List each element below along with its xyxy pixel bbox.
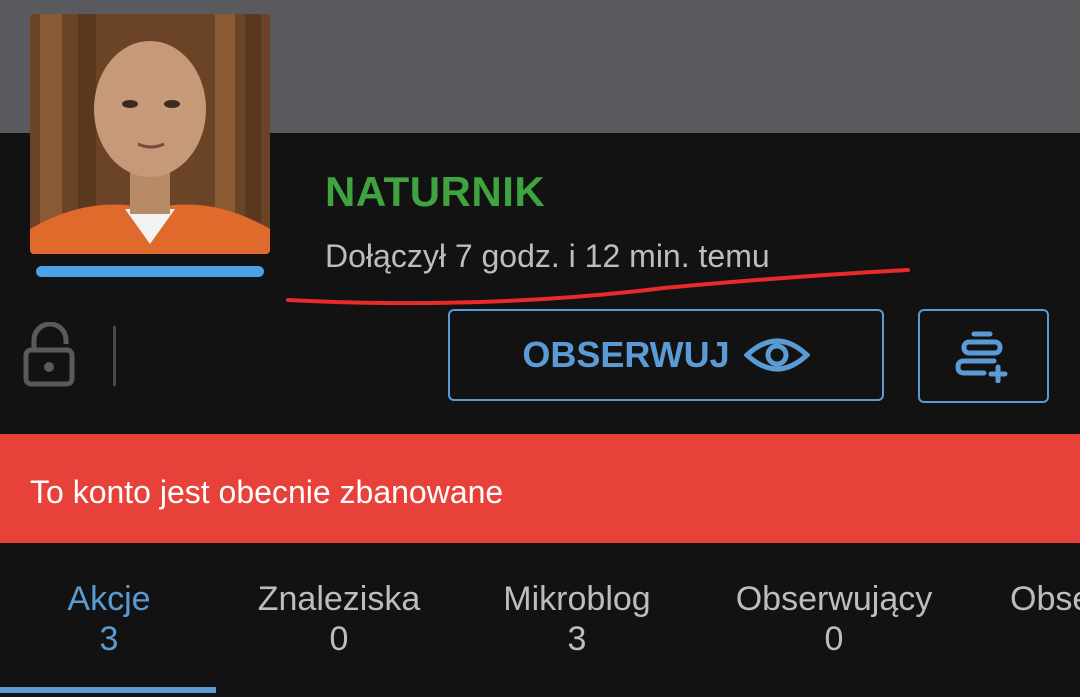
tab-count: 3 (567, 620, 587, 658)
rank-bar (36, 266, 264, 277)
lock-icon[interactable] (22, 322, 78, 388)
tab-akcje[interactable]: Akcje 3 (50, 579, 168, 659)
add-to-list-button[interactable] (918, 309, 1049, 403)
tab-label: Akcje (67, 580, 151, 618)
tab-count: 0 (824, 620, 844, 658)
tab-obserwowani[interactable]: Obse (1010, 579, 1080, 619)
observe-label: OBSERWUJ (522, 334, 730, 375)
avatar[interactable] (30, 14, 270, 254)
add-to-list-icon (954, 331, 1007, 383)
tab-label: Znaleziska (257, 580, 421, 618)
username[interactable]: NATURNIK (325, 168, 545, 216)
tab-znaleziska[interactable]: Znaleziska 0 (245, 579, 433, 659)
tab-label: Mikroblog (503, 580, 651, 618)
tab-label: Obse (1010, 580, 1080, 618)
active-tab-indicator (0, 687, 216, 693)
tab-mikroblog[interactable]: Mikroblog 3 (490, 579, 664, 659)
ban-message: To konto jest obecnie zbanowane (30, 474, 504, 510)
tab-count: 0 (329, 620, 349, 658)
divider (113, 326, 116, 386)
profile-tabs: Akcje 3 Znaleziska 0 Mikroblog 3 Obserwu… (0, 543, 1080, 697)
tab-obserwujacy[interactable]: Obserwujący 0 (725, 579, 943, 659)
tab-count: 3 (99, 620, 119, 658)
eye-icon (743, 338, 810, 372)
annotation-underline (286, 268, 910, 306)
tab-label: Obserwujący (735, 580, 933, 618)
observe-button[interactable]: OBSERWUJ (448, 309, 884, 401)
